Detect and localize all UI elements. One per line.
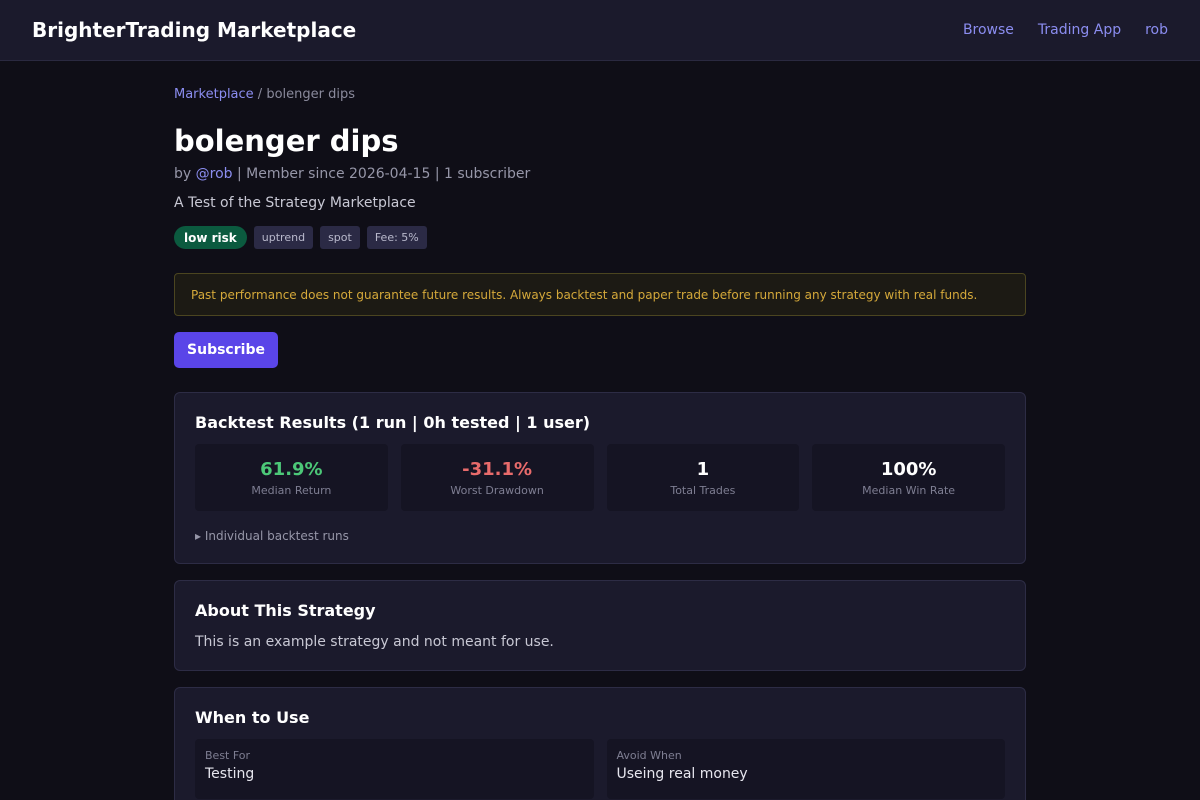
strategy-meta: by @rob | Member since 2026-04-15 | 1 su… <box>174 166 1026 182</box>
top-navbar: BrighterTrading Marketplace Browse Tradi… <box>0 0 1200 61</box>
nav-user-link[interactable]: rob <box>1145 22 1168 38</box>
when-title: When to Use <box>195 708 310 727</box>
stat-value: 61.9% <box>260 458 323 480</box>
risk-warning-banner: Past performance does not guarantee futu… <box>174 273 1026 316</box>
breadcrumb-current: bolenger dips <box>266 87 355 102</box>
breadcrumb-marketplace-link[interactable]: Marketplace <box>174 87 254 102</box>
subscribe-button[interactable]: Subscribe <box>174 332 278 368</box>
backtest-results-card: Backtest Results (1 run | 0h tested | 1 … <box>174 392 1026 564</box>
stat-worst-drawdown: -31.1% Worst Drawdown <box>400 444 594 511</box>
when-grid: Best For Testing Avoid When Useing real … <box>195 739 1005 799</box>
breadcrumb: Marketplace / bolenger dips <box>174 87 1026 102</box>
best-for-value: Testing <box>205 766 255 782</box>
risk-badge: low risk <box>174 226 247 249</box>
stat-label: Worst Drawdown <box>450 483 544 497</box>
fee-tag: Fee: 5% <box>366 226 427 249</box>
breadcrumb-separator: / <box>253 87 267 102</box>
author-link[interactable]: @rob <box>196 166 233 182</box>
about-card: About This Strategy This is an example s… <box>174 580 1026 671</box>
avoid-when-box: Avoid When Useing real money <box>606 739 1005 799</box>
stat-value: -31.1% <box>462 458 533 480</box>
stat-label: Median Return <box>251 483 332 497</box>
avoid-when-value: Useing real money <box>616 766 748 782</box>
best-for-box: Best For Testing <box>195 739 594 799</box>
backtest-title: Backtest Results (1 run | 0h tested | 1 … <box>195 413 591 432</box>
about-title: About This Strategy <box>195 601 376 620</box>
brand-title[interactable]: BrighterTrading Marketplace <box>32 18 356 42</box>
when-to-use-card: When to Use Best For Testing Avoid When … <box>174 687 1026 800</box>
market-tag: spot <box>320 226 360 249</box>
nav-browse-link[interactable]: Browse <box>963 22 1014 38</box>
stat-label: Median Win Rate <box>862 483 956 497</box>
about-text: This is an example strategy and not mean… <box>195 634 554 650</box>
stat-median-return: 61.9% Median Return <box>195 444 388 511</box>
meta-details: | Member since 2026-04-15 | 1 subscriber <box>232 166 531 182</box>
stat-value: 1 <box>696 458 710 480</box>
trend-tag: uptrend <box>253 226 314 249</box>
stat-median-win-rate: 100% Median Win Rate <box>812 444 1005 511</box>
main-nav: Browse Trading App rob <box>963 22 1168 38</box>
avoid-when-label: Avoid When <box>616 749 682 762</box>
meta-by-label: by <box>174 166 196 182</box>
nav-trading-app-link[interactable]: Trading App <box>1038 22 1121 38</box>
stat-value: 100% <box>880 458 937 480</box>
backtest-stats: 61.9% Median Return -31.1% Worst Drawdow… <box>195 444 1005 511</box>
strategy-description: A Test of the Strategy Marketplace <box>174 195 416 211</box>
individual-runs-toggle[interactable]: ▸ Individual backtest runs <box>195 529 1005 543</box>
main-content: Marketplace / bolenger dips bolenger dip… <box>174 61 1026 800</box>
best-for-label: Best For <box>205 749 251 762</box>
stat-label: Total Trades <box>670 483 736 497</box>
page-title: bolenger dips <box>174 124 399 158</box>
tag-list: low risk uptrend spot Fee: 5% <box>174 226 1026 249</box>
stat-total-trades: 1 Total Trades <box>606 444 800 511</box>
